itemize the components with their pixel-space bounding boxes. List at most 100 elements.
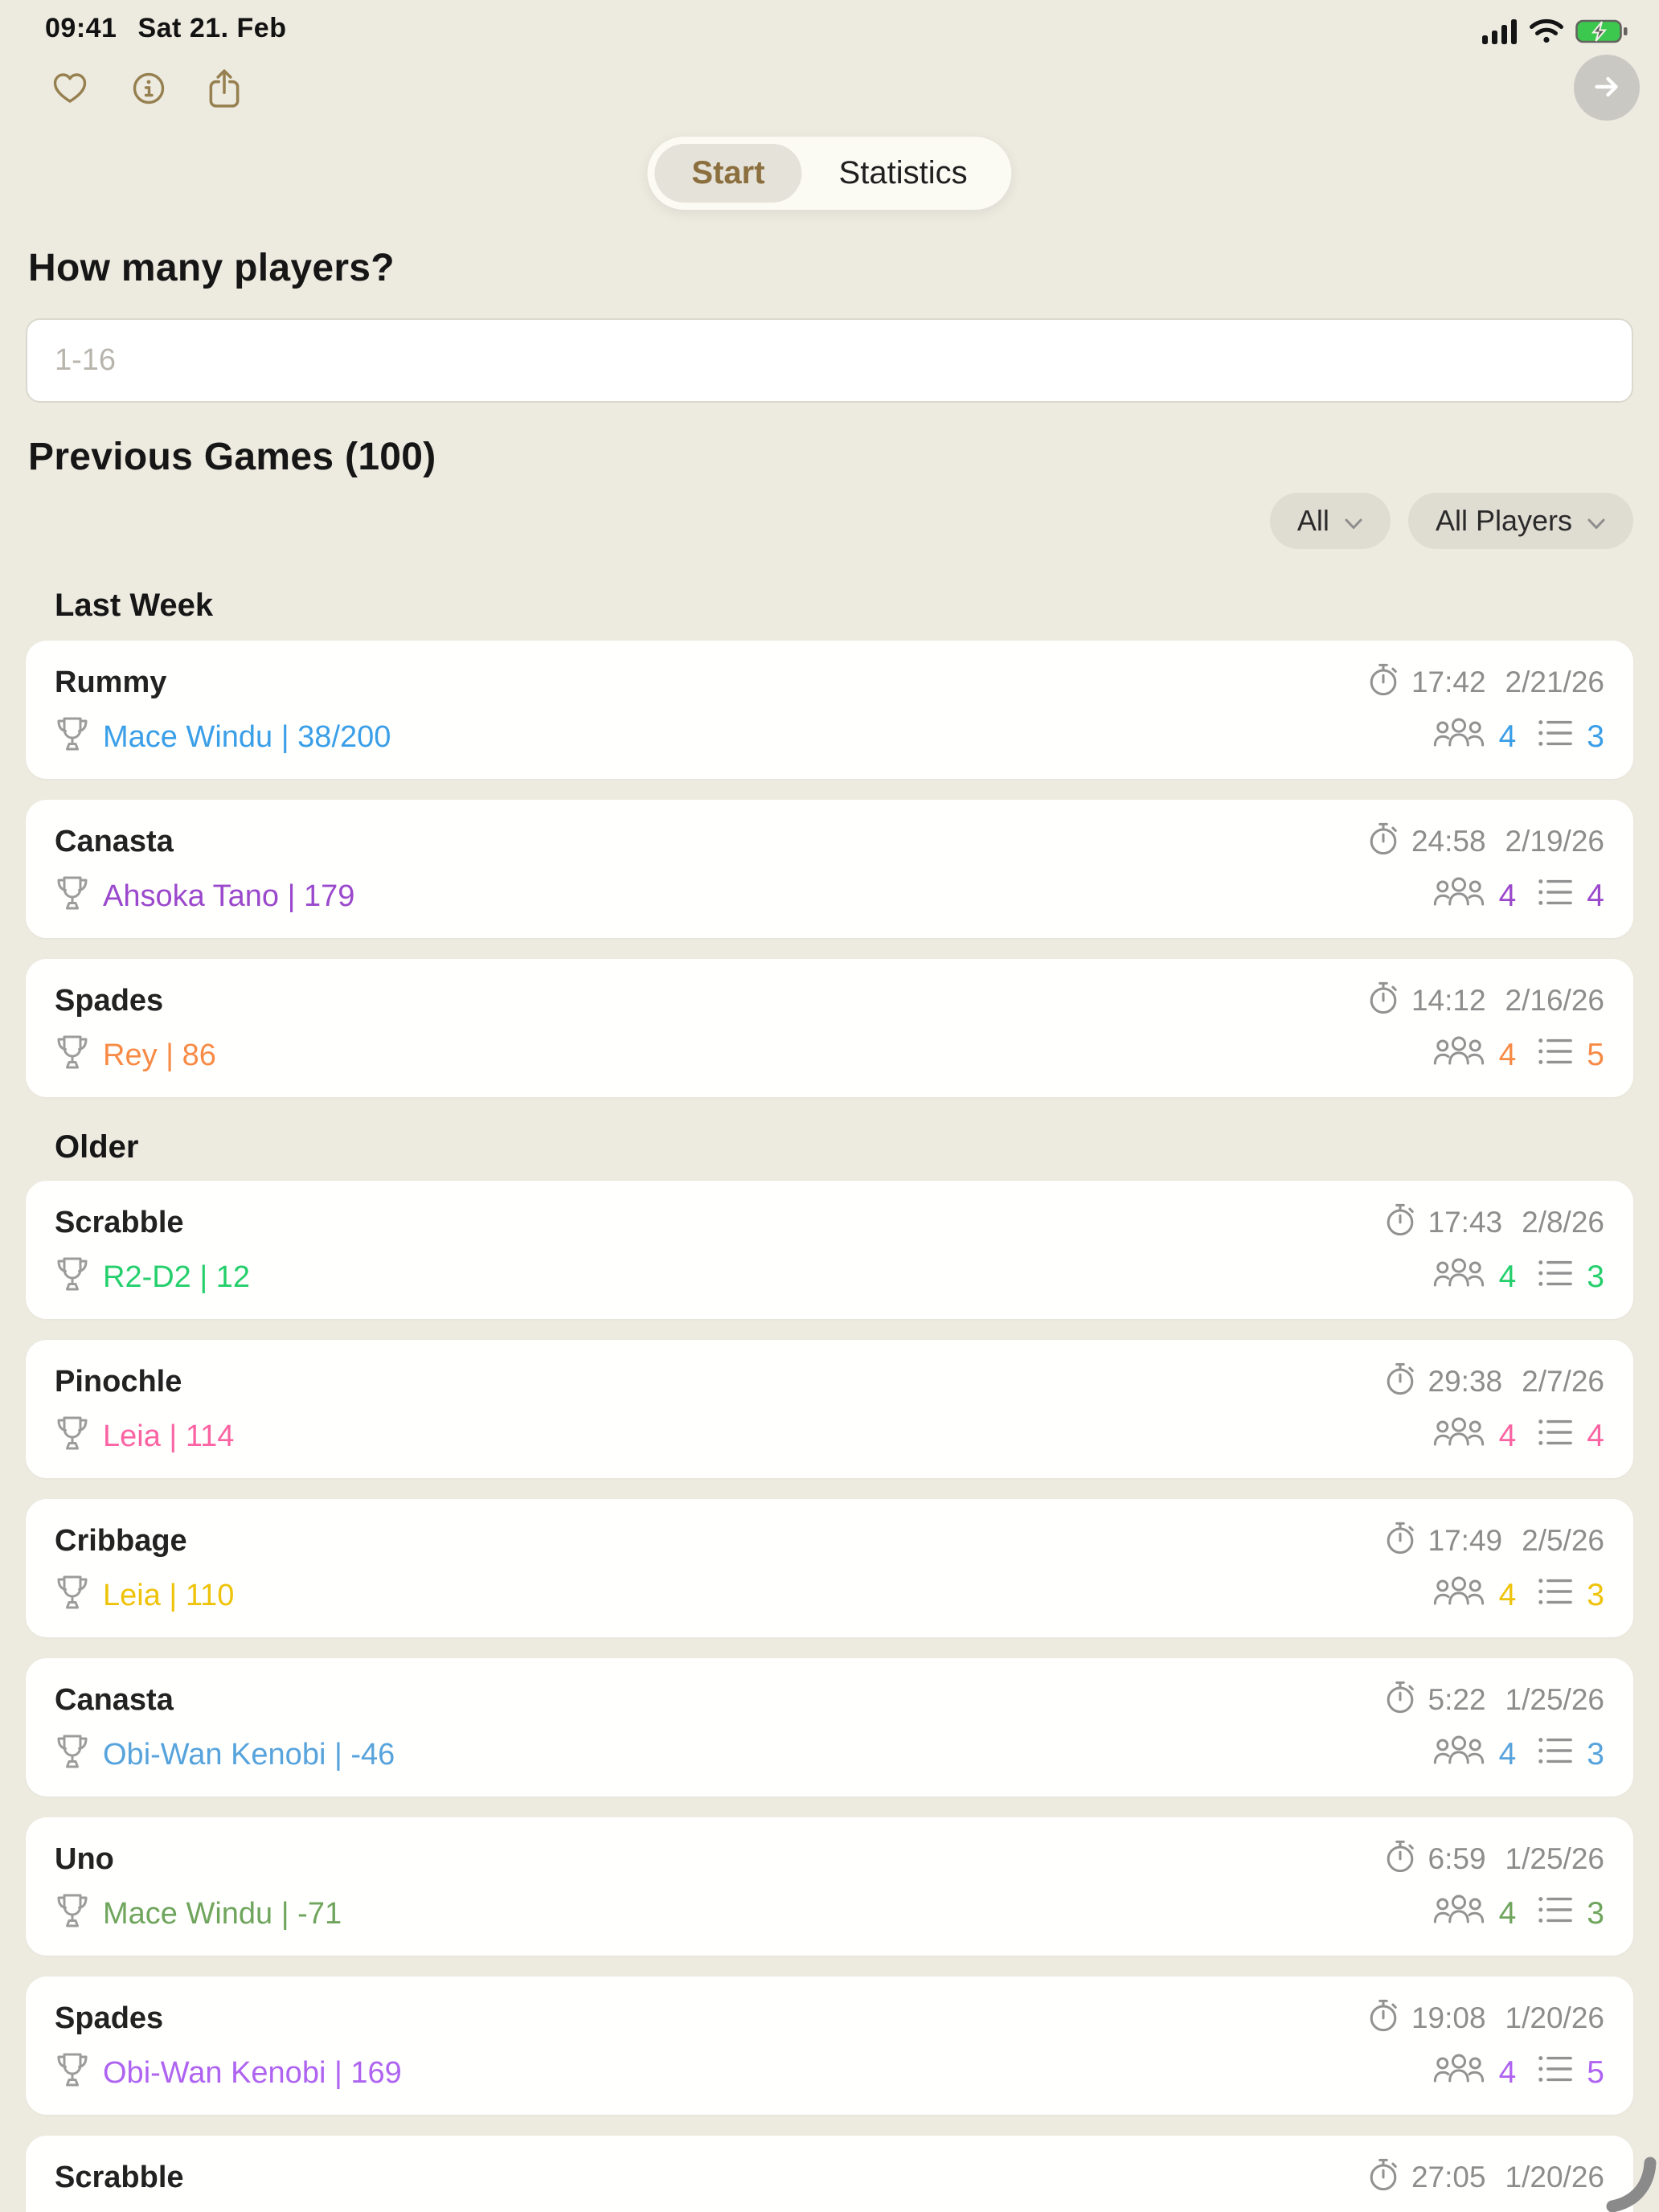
game-winner: Ahsoka Tano | 179 [55, 873, 354, 920]
game-duration: 29:38 [1428, 1365, 1503, 1399]
info-icon [129, 69, 169, 110]
app-screen: 09:41 Sat 21. Feb [0, 0, 1659, 2212]
tab-statistics[interactable]: Statistics [802, 144, 1005, 203]
section-label: Last Week [55, 586, 1659, 625]
game-time-meta: 6:59 1/25/26 [1383, 1838, 1604, 1881]
main-content: How many players? Previous Games (100) A… [0, 246, 1659, 2212]
player-count-value: 4 [1499, 2055, 1517, 2091]
game-card-bottom-row: Obi-Wan Kenobi | -46 4 [55, 1734, 1604, 1776]
stopwatch-icon [1366, 980, 1400, 1022]
stopwatch-icon [1383, 1838, 1417, 1881]
game-card[interactable]: Pinochle 29:38 2/7/26 [26, 1340, 1633, 1478]
rounds-list-icon [1537, 1034, 1574, 1077]
game-time-meta: 29:38 2/7/26 [1383, 1361, 1604, 1403]
rounds-list-icon [1537, 1892, 1574, 1936]
tab-start[interactable]: Start [654, 144, 801, 203]
rounds-list-icon [1537, 875, 1574, 918]
round-count-value: 4 [1587, 1419, 1604, 1454]
share-button[interactable] [207, 68, 241, 112]
game-duration: 17:42 [1411, 666, 1486, 699]
players-icon [1433, 1255, 1485, 1300]
game-card[interactable]: Canasta 5:22 1/25/26 [26, 1658, 1633, 1796]
game-card[interactable]: Rummy 17:42 2/21/26 [26, 641, 1633, 779]
game-card[interactable]: Spades 14:12 2/16/26 [26, 959, 1633, 1097]
game-counts: 4 3 [1433, 1573, 1604, 1618]
game-card-top-row: Spades 19:08 1/20/26 [55, 1997, 1604, 2039]
game-card[interactable]: Scrabble 27:05 1/20/26 [26, 2136, 1633, 2212]
game-card-bottom-row: Obi-Wan Kenobi | 169 4 [55, 2052, 1604, 2094]
game-card-top-row: Uno 6:59 1/25/26 [55, 1838, 1604, 1880]
round-count-value: 5 [1587, 2055, 1604, 2091]
player-count-input[interactable] [26, 318, 1633, 403]
game-name: Scrabble [55, 2161, 184, 2195]
game-card[interactable]: Canasta 24:58 2/19/26 [26, 800, 1633, 938]
game-name: Scrabble [55, 1206, 184, 1240]
continue-button[interactable] [1574, 55, 1640, 121]
game-counts: 4 3 [1433, 1891, 1604, 1936]
game-duration: 24:58 [1411, 825, 1486, 858]
section-cards: Rummy 17:42 2/21/26 [26, 641, 1633, 1097]
game-name: Canasta [55, 825, 174, 859]
game-card-bottom-row: Leia | 114 4 [55, 1415, 1604, 1457]
round-count-value: 3 [1587, 1578, 1604, 1613]
game-date: 2/7/26 [1522, 1365, 1604, 1399]
status-bar-right [1482, 18, 1628, 48]
heart-icon [50, 69, 90, 110]
winner-name-score: Leia | 114 [103, 1419, 234, 1454]
wifi-icon [1529, 18, 1564, 48]
player-count-value: 4 [1499, 1737, 1517, 1772]
trophy-icon [55, 1731, 90, 1778]
game-time-meta: 17:49 2/5/26 [1383, 1520, 1604, 1563]
game-time-meta: 19:08 1/20/26 [1366, 1997, 1604, 2040]
game-date: 1/25/26 [1505, 1842, 1604, 1876]
player-count-value: 4 [1499, 1896, 1517, 1931]
game-counts: 4 5 [1433, 2050, 1604, 2095]
round-count-value: 3 [1587, 1260, 1604, 1295]
game-time-meta: 17:42 2/21/26 [1366, 662, 1604, 704]
filter-row: All All Players [26, 493, 1633, 549]
players-icon [1433, 1573, 1485, 1618]
round-count-value: 3 [1587, 719, 1604, 755]
share-icon [207, 68, 241, 112]
game-card[interactable]: Uno 6:59 1/25/26 [26, 1817, 1633, 1956]
game-winner: Obi-Wan Kenobi | 169 [55, 2050, 402, 2096]
stopwatch-icon [1383, 1361, 1417, 1403]
game-name: Spades [55, 984, 163, 1018]
round-count-value: 4 [1587, 879, 1604, 914]
player-count-value: 4 [1499, 719, 1517, 755]
game-card-bottom-row: Leia | 110 4 [55, 1575, 1604, 1616]
game-date: 2/16/26 [1505, 984, 1604, 1018]
trophy-icon [55, 1890, 90, 1937]
round-count-value: 3 [1587, 1896, 1604, 1931]
trophy-icon [55, 714, 90, 760]
winner-name-score: Obi-Wan Kenobi | 169 [103, 2056, 402, 2091]
stopwatch-icon [1366, 821, 1400, 863]
players-icon [1433, 715, 1485, 760]
game-duration: 14:12 [1411, 984, 1486, 1018]
players-icon [1433, 1033, 1485, 1078]
status-bar-left: 09:41 Sat 21. Feb [45, 13, 286, 44]
game-date: 1/20/26 [1505, 2001, 1604, 2035]
game-card-top-row: Scrabble 27:05 1/20/26 [55, 2157, 1604, 2198]
trophy-icon [55, 873, 90, 920]
game-card-top-row: Spades 14:12 2/16/26 [55, 980, 1604, 1022]
game-date: 1/20/26 [1505, 2161, 1604, 2194]
game-card[interactable]: Scrabble 17:43 2/8/26 [26, 1181, 1633, 1319]
arrow-right-icon [1587, 68, 1626, 109]
rounds-list-icon [1537, 2051, 1574, 2095]
chevron-down-icon [1587, 504, 1606, 538]
battery-charging-icon [1575, 18, 1628, 48]
info-button[interactable] [129, 69, 169, 110]
game-date: 2/21/26 [1505, 666, 1604, 699]
game-filter-dropdown[interactable]: All [1270, 493, 1391, 549]
rounds-list-icon [1537, 1574, 1574, 1617]
game-counts: 4 3 [1433, 1732, 1604, 1777]
player-filter-dropdown[interactable]: All Players [1408, 493, 1633, 549]
game-card[interactable]: Cribbage 17:49 2/5/26 [26, 1499, 1633, 1637]
game-card-top-row: Canasta 24:58 2/19/26 [55, 821, 1604, 862]
favorite-button[interactable] [50, 69, 90, 110]
player-count-value: 4 [1499, 1419, 1517, 1454]
game-card-top-row: Scrabble 17:43 2/8/26 [55, 1202, 1604, 1243]
game-date: 1/25/26 [1505, 1683, 1604, 1717]
game-card[interactable]: Spades 19:08 1/20/26 [26, 1976, 1633, 2115]
